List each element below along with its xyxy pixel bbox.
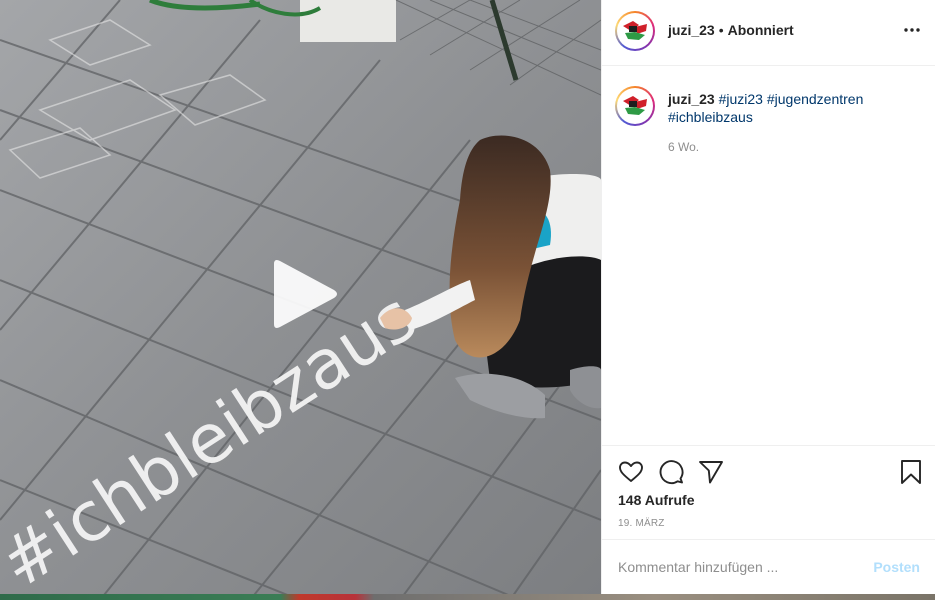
- next-posts-preview-strip: [0, 594, 935, 600]
- comment-input[interactable]: [618, 556, 858, 578]
- post-sidebar: juzi_23 • Abonniert juzi_23 #juzi23 #jug…: [601, 0, 935, 594]
- separator-dot: •: [718, 22, 724, 38]
- caption-username-link[interactable]: juzi_23: [668, 91, 715, 107]
- caption-section: juzi_23 #juzi23 #jugendzentren #ichbleib…: [602, 66, 935, 444]
- bookmark-icon[interactable]: [898, 459, 924, 485]
- comment-bubble-icon[interactable]: [658, 459, 684, 485]
- post-video[interactable]: #ichbleibzaus: [0, 0, 601, 600]
- profile-logo: [619, 15, 651, 47]
- follow-status-button[interactable]: Abonniert: [728, 22, 794, 38]
- post-comment-button[interactable]: Posten: [873, 559, 920, 575]
- caption-time: 6 Wo.: [668, 140, 700, 154]
- avatar[interactable]: [615, 11, 655, 51]
- play-icon[interactable]: [262, 258, 342, 330]
- caption-avatar[interactable]: [615, 86, 655, 126]
- post-date[interactable]: 19. MÄRZ: [618, 518, 665, 529]
- paper-plane-icon[interactable]: [698, 459, 724, 485]
- caption-text: juzi_23 #juzi23 #jugendzentren #ichbleib…: [668, 90, 918, 126]
- username-link[interactable]: juzi_23: [668, 22, 715, 38]
- action-bar: 148 Aufrufe 19. MÄRZ: [602, 445, 935, 539]
- hashtag-link[interactable]: #jugendzentren: [767, 91, 864, 107]
- profile-logo: [619, 90, 651, 122]
- hashtag-link[interactable]: #juzi23: [719, 91, 763, 107]
- comment-form: Posten: [602, 539, 935, 594]
- heart-icon[interactable]: [618, 459, 644, 485]
- post-header: juzi_23 • Abonniert: [602, 0, 935, 66]
- more-options-icon[interactable]: [902, 22, 922, 38]
- hashtag-link[interactable]: #ichbleibzaus: [668, 109, 753, 125]
- view-count[interactable]: 148 Aufrufe: [618, 492, 695, 508]
